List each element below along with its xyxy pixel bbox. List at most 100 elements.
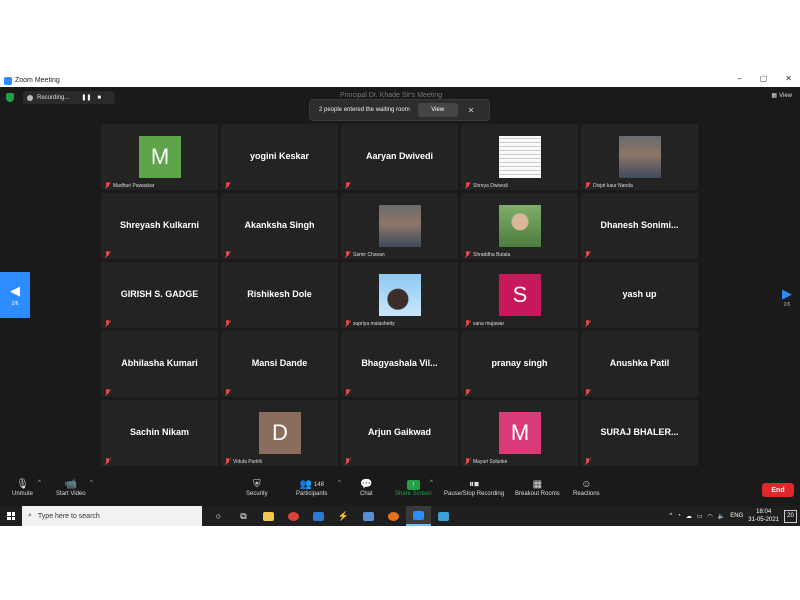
view-menu-button[interactable]: ▦ View <box>771 92 792 100</box>
unmute-label: Unmute <box>12 491 34 497</box>
winamp-icon[interactable]: ⚡ <box>331 506 356 526</box>
muted-microphone-icon <box>464 320 471 327</box>
participant-caption <box>224 251 231 258</box>
participant-tile[interactable]: Anushka Patil <box>581 331 698 397</box>
participant-caption <box>584 320 591 327</box>
stop-recording-icon[interactable]: ■ <box>97 95 101 101</box>
store-icon[interactable] <box>356 506 381 526</box>
participant-tile[interactable]: Dhanesh Sonimi... <box>581 193 698 259</box>
tray-overflow-icon[interactable]: ^ <box>669 513 672 519</box>
audio-options-chevron-icon[interactable]: ^ <box>38 480 41 486</box>
participant-tile[interactable]: M Madhuri Pawaskar <box>101 124 218 190</box>
close-icon[interactable]: ✕ <box>468 106 475 115</box>
participant-tile[interactable]: Ssana mujawar <box>461 262 578 328</box>
participant-tile[interactable]: Abhilasha Kumari <box>101 331 218 397</box>
participant-tile[interactable]: Aaryan Dwivedi <box>341 124 458 190</box>
security-button[interactable]: ⛨ Security <box>246 478 268 497</box>
breakout-rooms-button[interactable]: ▦ Breakout Rooms <box>515 478 560 497</box>
participant-tile[interactable]: Divjot kaur Nanda <box>581 124 698 190</box>
participant-name: Bhagyashala Vil... <box>361 358 438 368</box>
participant-tile[interactable]: Rishikesh Dole <box>221 262 338 328</box>
battery-icon[interactable]: ▭ <box>697 513 703 520</box>
file-explorer-icon[interactable] <box>256 506 281 526</box>
reactions-button[interactable]: ☺ Reactions <box>573 478 600 497</box>
muted-microphone-icon <box>584 458 591 465</box>
volume-icon[interactable]: 🔈 <box>718 513 725 520</box>
participant-tile[interactable]: D Vidula Parkhi <box>221 400 338 466</box>
participant-tile[interactable]: pranay singh <box>461 331 578 397</box>
participant-tile[interactable]: Shraddha Butala <box>461 193 578 259</box>
view-label: View <box>779 92 792 99</box>
participant-tile[interactable]: Akanksha Singh <box>221 193 338 259</box>
share-screen-button[interactable]: ↑ Share Screen <box>395 478 432 497</box>
chat-button[interactable]: 💬 Chat <box>360 478 373 497</box>
encryption-shield-icon[interactable] <box>6 93 14 102</box>
notification-center-icon[interactable]: 20 <box>784 509 797 523</box>
system-tray: ^ ◔ ☁ ▭ ◠ 🔈 ENG 18:04 31-05-2021 20 <box>669 506 800 526</box>
shield-icon: ⛨ <box>253 479 261 490</box>
muted-microphone-icon <box>464 458 471 465</box>
taskbar-search-box[interactable]: ⌕ Type here to search <box>22 506 202 526</box>
participant-tile[interactable]: Sachin Nikam <box>101 400 218 466</box>
cloud-icon[interactable]: ☁ <box>686 513 692 520</box>
participant-caption: Samir Chavan <box>344 251 385 258</box>
participant-tile[interactable]: Mansi Dande <box>221 331 338 397</box>
task-view-icon[interactable]: ⧉ <box>231 506 256 526</box>
participant-tile[interactable]: Shreyash Kulkarni <box>101 193 218 259</box>
close-window-button[interactable]: ✕ <box>785 74 792 83</box>
previous-page-button[interactable]: ◀ 2/6 <box>0 272 30 318</box>
participant-tile[interactable]: supriya malashetty <box>341 262 458 328</box>
participant-caption <box>344 389 351 396</box>
video-options-chevron-icon[interactable]: ^ <box>90 480 93 486</box>
participant-caption-name: Divjot kaur Nanda <box>593 182 633 189</box>
minimize-button[interactable]: – <box>737 74 741 83</box>
waiting-room-text: 2 people entered the waiting room <box>319 107 410 113</box>
photos-icon[interactable] <box>431 506 456 526</box>
participant-tile[interactable]: Bhagyashala Vil... <box>341 331 458 397</box>
end-meeting-button[interactable]: End <box>762 483 794 497</box>
arrow-right-icon: ▶ <box>782 286 792 301</box>
language-indicator[interactable]: ENG <box>730 513 743 519</box>
wifi-icon[interactable]: ◠ <box>708 513 713 520</box>
next-page-button[interactable]: ▶ 2/6 <box>782 286 792 308</box>
mail-icon[interactable] <box>306 506 331 526</box>
start-button[interactable] <box>0 506 22 526</box>
participant-tile[interactable]: yogini Keskar <box>221 124 338 190</box>
muted-microphone-icon <box>464 389 471 396</box>
chat-icon: 💬 <box>360 479 373 490</box>
meeting-toolbar: 🎙 Unmute ^ 📹 Start Video ^ ⛨ Security 👥 1… <box>0 474 800 506</box>
participant-tile[interactable]: SURAJ BHALER... <box>581 400 698 466</box>
firefox-icon[interactable] <box>381 506 406 526</box>
pause-recording-icon[interactable]: ❚❚ <box>81 94 91 101</box>
muted-microphone-icon <box>224 320 231 327</box>
zoom-taskbar-icon[interactable] <box>406 506 431 526</box>
participant-photo <box>619 136 661 178</box>
meeting-title: Principal Dr. Khade Sir's Meeting <box>340 92 443 99</box>
network-icon[interactable]: ◔ <box>677 513 681 519</box>
chrome-icon[interactable] <box>281 506 306 526</box>
participant-caption <box>344 458 351 465</box>
start-video-button[interactable]: 📹 Start Video <box>56 478 86 497</box>
participant-tile[interactable]: Arjun Gaikwad <box>341 400 458 466</box>
security-label: Security <box>246 491 268 497</box>
participant-tile[interactable]: GIRISH S. GADGE <box>101 262 218 328</box>
cortana-icon[interactable]: ○ <box>206 506 231 526</box>
clock[interactable]: 18:04 31-05-2021 <box>748 508 779 524</box>
maximize-button[interactable]: ▢ <box>760 74 768 83</box>
participant-name: Akanksha Singh <box>244 220 315 230</box>
zoom-logo-icon <box>4 76 12 85</box>
participant-tile[interactable]: Samir Chavan <box>341 193 458 259</box>
muted-microphone-icon <box>584 320 591 327</box>
participant-caption-name: Mayuri Solunke <box>473 458 508 465</box>
search-icon: ⌕ <box>28 512 32 519</box>
unmute-button[interactable]: 🎙 Unmute <box>12 478 33 497</box>
participants-chevron-icon[interactable]: ^ <box>338 480 341 486</box>
share-options-chevron-icon[interactable]: ^ <box>430 480 433 486</box>
participant-avatar: M <box>139 136 181 178</box>
view-waiting-room-button[interactable]: View <box>417 103 458 117</box>
participant-tile[interactable]: yash up <box>581 262 698 328</box>
participant-tile[interactable]: M Mayuri Solunke <box>461 400 578 466</box>
participants-button[interactable]: 👥 148 Participants <box>296 478 327 497</box>
pause-recording-button[interactable]: ⏸⏹ Pause/Stop Recording <box>444 478 504 497</box>
participant-tile[interactable]: Shreya Dwivedi <box>461 124 578 190</box>
